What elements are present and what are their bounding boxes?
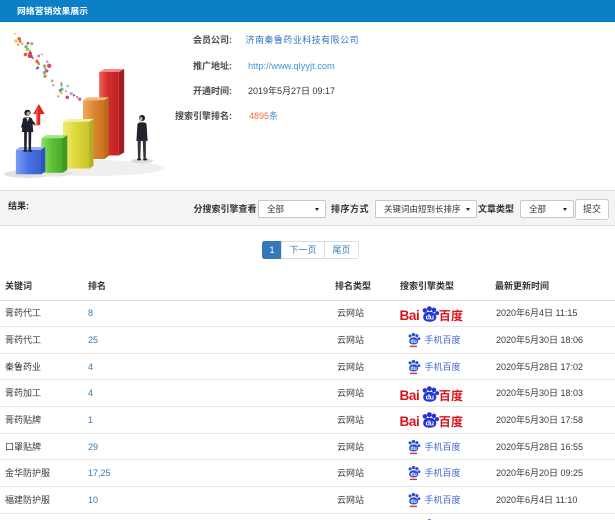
svg-text:百度: 百度 (439, 387, 463, 403)
svg-text:du: du (411, 472, 417, 478)
svg-text:du: du (426, 392, 434, 401)
svg-text:du: du (411, 446, 417, 452)
svg-text:Bai: Bai (400, 387, 420, 402)
svg-text:du: du (426, 312, 434, 321)
svg-text:Bai: Bai (400, 414, 420, 429)
svg-text:du: du (411, 499, 417, 505)
svg-text:百度: 百度 (439, 307, 463, 323)
svg-text:百度: 百度 (439, 413, 463, 429)
svg-text:du: du (411, 366, 417, 372)
svg-text:du: du (426, 419, 434, 428)
svg-text:du: du (411, 339, 417, 345)
svg-text:Bai: Bai (400, 307, 420, 322)
